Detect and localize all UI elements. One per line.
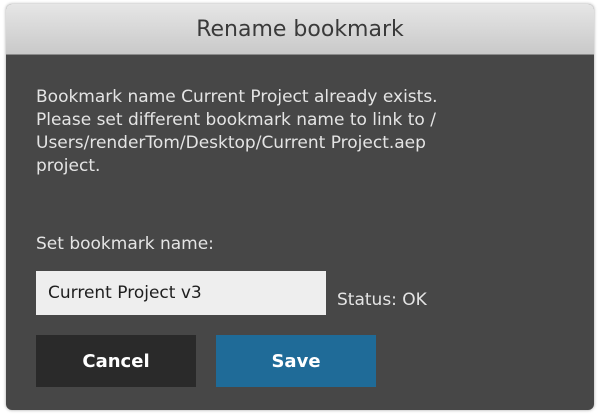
bookmark-name-label: Set bookmark name: <box>36 234 214 254</box>
message-line: Bookmark name Current Project already ex… <box>36 87 438 107</box>
dialog-message: Bookmark name Current Project already ex… <box>36 86 584 178</box>
message-line: Please set different bookmark name to li… <box>36 110 436 130</box>
rename-bookmark-dialog: Rename bookmark Bookmark name Current Pr… <box>6 4 594 410</box>
message-line: project. <box>36 156 101 176</box>
dialog-title: Rename bookmark <box>196 17 404 42</box>
bookmark-name-input[interactable] <box>36 271 326 315</box>
title-bar: Rename bookmark <box>6 4 594 55</box>
status-text: Status: OK <box>337 290 427 310</box>
cancel-button[interactable]: Cancel <box>36 335 196 387</box>
save-button[interactable]: Save <box>216 335 376 387</box>
message-line: Users/renderTom/Desktop/Current Project.… <box>36 133 426 153</box>
